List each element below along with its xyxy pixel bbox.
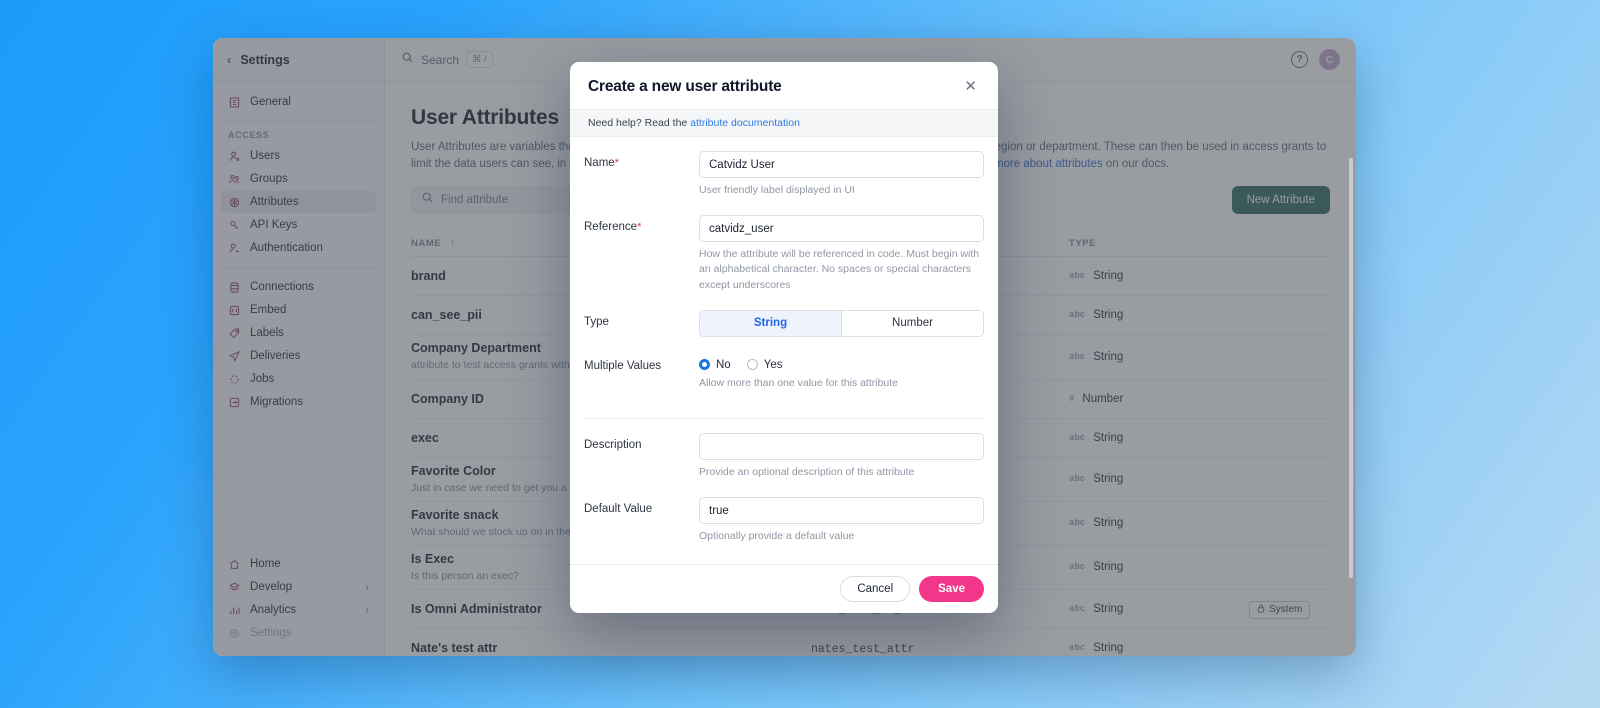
field-row-type: Type String Number — [584, 309, 984, 354]
cancel-button[interactable]: Cancel — [840, 575, 911, 602]
default-value-field-hint: Optionally provide a default value — [699, 530, 855, 543]
modal-help-banner: Need help? Read the attribute documentat… — [570, 109, 998, 137]
description-field-label: Description — [584, 439, 642, 452]
field-row-default-value: Default Value true Optionally provide a … — [584, 497, 984, 561]
multiple-values-radio-no-label: No — [716, 358, 731, 371]
description-input[interactable] — [699, 433, 984, 461]
attribute-documentation-link[interactable]: attribute documentation — [690, 117, 800, 129]
default-value-input[interactable]: true — [699, 497, 984, 525]
save-button[interactable]: Save — [919, 575, 984, 602]
radio-selected-icon — [699, 359, 710, 371]
modal-section-divider — [584, 418, 984, 420]
field-row-description: Description Provide an optional descript… — [584, 433, 984, 497]
type-field-label: Type — [584, 315, 609, 328]
field-row-reference: Reference* catvidz_user How the attribut… — [584, 215, 984, 310]
multiple-values-radio-group: No Yes — [699, 354, 984, 371]
name-field-hint: User friendly label displayed in UI — [699, 184, 855, 196]
modal-title: Create a new user attribute — [588, 77, 782, 95]
modal-footer: Cancel Save — [570, 563, 998, 613]
field-row-name: Name* Catvidz User User friendly label d… — [584, 151, 984, 215]
multiple-values-field-hint: Allow more than one value for this attri… — [699, 376, 899, 389]
name-input[interactable]: Catvidz User — [699, 151, 984, 178]
reference-input[interactable]: catvidz_user — [699, 215, 984, 243]
reference-field-hint: How the attribute will be referenced in … — [699, 248, 980, 291]
modal-header: Create a new user attribute ✕ — [570, 62, 998, 109]
multiple-values-radio-yes[interactable]: Yes — [746, 358, 783, 371]
radio-unselected-icon — [746, 359, 758, 371]
multiple-values-radio-no[interactable]: No — [699, 359, 731, 371]
type-option-number[interactable]: Number — [841, 310, 983, 336]
default-value-field-label: Default Value — [584, 503, 653, 516]
multiple-values-field-label: Multiple Values — [584, 359, 662, 372]
create-user-attribute-modal: Create a new user attribute ✕ Need help?… — [570, 62, 998, 613]
required-marker: * — [614, 157, 619, 169]
modal-help-prefix: Need help? Read the — [588, 117, 691, 129]
name-field-label: Name* — [584, 157, 619, 169]
close-icon[interactable]: ✕ — [961, 77, 980, 96]
vertical-scrollbar[interactable] — [1349, 158, 1353, 578]
type-option-string[interactable]: String — [700, 310, 841, 336]
required-marker: * — [637, 221, 642, 234]
modal-body: Name* Catvidz User User friendly label d… — [570, 137, 998, 564]
reference-field-label: Reference* — [584, 221, 642, 234]
field-row-multiple-values: Multiple Values No Yes Allow more than o… — [584, 354, 984, 408]
description-field-hint: Provide an optional description of this … — [699, 466, 915, 479]
multiple-values-radio-yes-label: Yes — [763, 358, 783, 371]
type-segmented-control: String Number — [699, 309, 984, 337]
